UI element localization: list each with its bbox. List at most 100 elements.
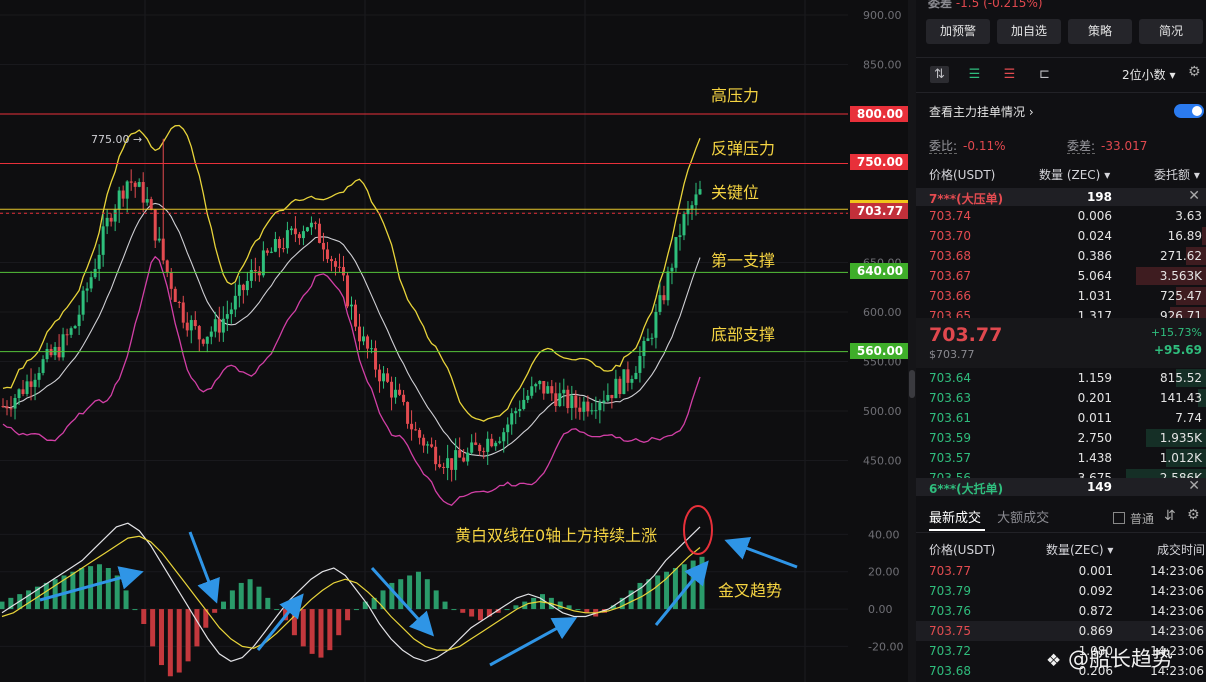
trade-settings-gear-icon[interactable]: ⚙ bbox=[1187, 507, 1200, 523]
trade-price: 703.72 bbox=[929, 644, 971, 658]
candle-body bbox=[382, 373, 386, 382]
candle-body bbox=[117, 190, 121, 210]
candle-body bbox=[514, 411, 518, 414]
ask-qty: 0.386 bbox=[1077, 249, 1112, 263]
candle-body bbox=[77, 314, 81, 327]
macd-tick-label: 40.00 bbox=[868, 528, 900, 541]
candle-body bbox=[233, 295, 237, 310]
candle-body bbox=[442, 466, 446, 468]
add-watchlist-button[interactable]: 加自选 bbox=[997, 19, 1061, 44]
candle-body bbox=[65, 334, 69, 336]
bid-row[interactable]: 703.63 0.201 141.43 bbox=[916, 388, 1206, 408]
both-sides-view-icon[interactable]: ⇅ bbox=[930, 66, 949, 83]
trade-qty: 0.869 bbox=[1078, 624, 1113, 638]
bid-qty: 0.011 bbox=[1077, 411, 1112, 425]
decimals-select[interactable]: 2位小数 ▾ bbox=[1122, 66, 1175, 83]
candle-body bbox=[630, 379, 634, 383]
big-bid-row[interactable]: 6***(大托单) 149 ✕ bbox=[916, 478, 1206, 496]
trade-col-qty-header[interactable]: 数量(ZEC) ▾ bbox=[1046, 541, 1113, 558]
tab-latest-trades[interactable]: 最新成交 bbox=[929, 511, 981, 526]
candle-body bbox=[394, 389, 398, 398]
macd-histogram-bar bbox=[690, 560, 696, 610]
ask-row[interactable]: 703.66 1.031 725.47 bbox=[916, 286, 1206, 306]
divider bbox=[916, 532, 1206, 533]
annotation-first-support: 第一支撑 bbox=[711, 251, 776, 270]
candle-body bbox=[1, 406, 5, 408]
bid-total: 815.52 bbox=[1160, 371, 1202, 385]
ask-price: 703.70 bbox=[929, 229, 971, 243]
main-orders-toggle[interactable] bbox=[1174, 104, 1204, 118]
trade-sort-icon[interactable]: ⇵ bbox=[1164, 508, 1176, 524]
trend-arrow bbox=[188, 531, 220, 604]
macd-histogram-bar bbox=[238, 582, 244, 610]
top-cut-row: 委差 -1.5 (-0.215%) bbox=[928, 0, 1043, 10]
close-icon[interactable]: ✕ bbox=[1188, 188, 1200, 204]
panel-resize-handle[interactable] bbox=[908, 0, 916, 682]
macd-histogram-bar bbox=[460, 609, 466, 613]
bid-price: 703.63 bbox=[929, 391, 971, 405]
annotation-bottom-support: 底部支撑 bbox=[711, 325, 776, 344]
candle-body bbox=[610, 394, 614, 399]
resize-grip-icon[interactable] bbox=[909, 370, 915, 398]
candle-body bbox=[261, 250, 265, 276]
bid-row[interactable]: 703.59 2.750 1.935K bbox=[916, 428, 1206, 448]
ask-total: 3.563K bbox=[1159, 269, 1202, 283]
change-percent: +15.73% bbox=[1150, 326, 1202, 339]
candle-body bbox=[337, 266, 341, 268]
candle-body bbox=[133, 182, 137, 187]
candle-body bbox=[81, 290, 85, 315]
bid-row[interactable]: 703.57 1.438 1.012K bbox=[916, 448, 1206, 468]
ask-qty: 5.064 bbox=[1077, 269, 1112, 283]
trade-row: 703.75 0.869 14:23:06 bbox=[916, 621, 1206, 641]
y-tick-label: 850.00 bbox=[863, 59, 902, 72]
macd-histogram-bar bbox=[442, 601, 448, 610]
bid-row[interactable]: 703.61 0.011 7.74 bbox=[916, 408, 1206, 428]
close-icon[interactable]: ✕ bbox=[1188, 478, 1200, 494]
candle-body bbox=[137, 182, 141, 187]
trade-time: 14:23:06 bbox=[1150, 604, 1204, 618]
candle-body bbox=[281, 248, 285, 250]
big-ask-row[interactable]: 7***(大压单) 198 ✕ bbox=[916, 188, 1206, 206]
divider bbox=[916, 57, 1206, 58]
depth-view-icon[interactable]: ⊏ bbox=[1035, 66, 1054, 83]
add-alert-button[interactable]: 加预警 bbox=[926, 19, 990, 44]
col-total-header[interactable]: 委托额 ▾ bbox=[1154, 166, 1200, 183]
candle-body bbox=[249, 270, 253, 281]
candle-body bbox=[113, 209, 117, 222]
candle-body bbox=[518, 408, 522, 412]
candle-body bbox=[29, 381, 33, 387]
strategy-button[interactable]: 策略 bbox=[1068, 19, 1132, 44]
price-chart-area[interactable]: 900.00850.00800.00750.00700.00650.00600.… bbox=[0, 0, 915, 682]
trade-price: 703.79 bbox=[929, 584, 971, 598]
macd-histogram-bar bbox=[424, 579, 430, 610]
ask-price: 703.67 bbox=[929, 269, 971, 283]
settings-gear-icon[interactable]: ⚙ bbox=[1188, 64, 1201, 80]
bid-row[interactable]: 703.64 1.159 815.52 bbox=[916, 368, 1206, 388]
bids-view-icon[interactable]: ☰ bbox=[965, 66, 984, 83]
last-price: 703.77 bbox=[929, 324, 1003, 346]
ask-row[interactable]: 703.67 5.064 3.563K bbox=[916, 266, 1206, 286]
candle-body bbox=[370, 348, 374, 350]
ask-price: 703.74 bbox=[929, 209, 971, 223]
bid-price: 703.61 bbox=[929, 411, 971, 425]
ask-row[interactable]: 703.74 0.006 3.63 bbox=[916, 206, 1206, 226]
candle-body bbox=[317, 223, 321, 243]
active-tab-indicator bbox=[929, 529, 985, 531]
ask-qty: 1.031 bbox=[1077, 289, 1112, 303]
candle-body bbox=[674, 236, 678, 268]
macd-histogram-bar bbox=[504, 609, 510, 611]
candle-body bbox=[289, 228, 293, 231]
trade-row: 703.76 0.872 14:23:06 bbox=[916, 601, 1206, 621]
ask-row[interactable]: 703.68 0.386 271.62 bbox=[916, 246, 1206, 266]
candle-body bbox=[241, 284, 245, 291]
highlight-circle bbox=[683, 505, 713, 555]
asks-view-icon[interactable]: ☰ bbox=[1000, 66, 1019, 83]
candle-body bbox=[522, 399, 526, 409]
overview-button[interactable]: 简况 bbox=[1139, 19, 1203, 44]
tab-large-trades[interactable]: 大额成交 bbox=[997, 511, 1049, 526]
candle-body bbox=[13, 398, 17, 409]
col-qty-header[interactable]: 数量 (ZEC) ▾ bbox=[1039, 166, 1110, 183]
normal-filter-checkbox[interactable]: 普通 bbox=[1113, 510, 1154, 527]
ask-row[interactable]: 703.70 0.024 16.89 bbox=[916, 226, 1206, 246]
trade-price: 703.76 bbox=[929, 604, 971, 618]
